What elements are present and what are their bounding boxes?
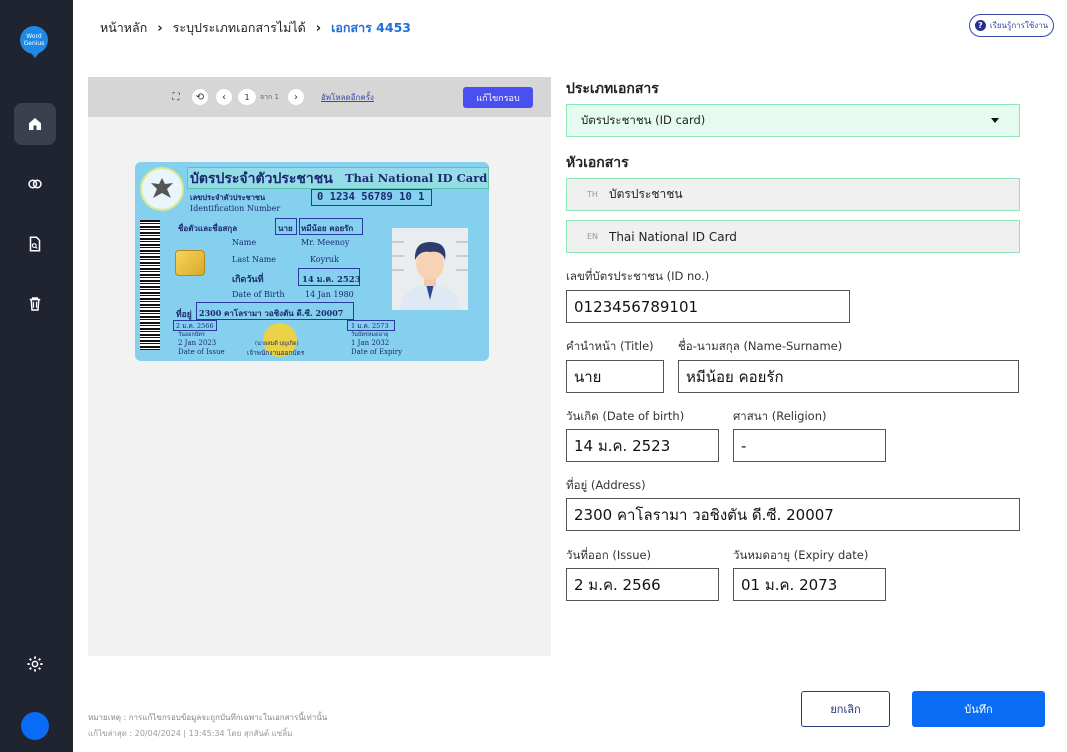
logo-text: Word Genius: [23, 33, 45, 47]
next-page-icon[interactable]: ›: [288, 89, 304, 105]
doc-type-title: ประเภทเอกสาร: [566, 81, 659, 97]
title-label: คำนำหน้า (Title): [566, 339, 654, 353]
card-dob-th-value: 14 ม.ค. 2523: [302, 275, 361, 285]
card-title-th-value: นาย: [278, 223, 293, 233]
id-no-field[interactable]: 0123456789101: [566, 290, 850, 323]
lang-th-tag: TH: [587, 190, 598, 199]
caret-down-icon: [991, 118, 999, 123]
religion-field[interactable]: -: [733, 429, 886, 462]
card-issue-label-th: วันออกบัตร: [178, 332, 205, 338]
name-label: ชื่อ-นามสกุล (Name-Surname): [678, 339, 843, 353]
dob-label: วันเกิด (Date of birth): [566, 409, 685, 423]
card-dob-en-value: 14 Jan 1980: [305, 290, 354, 299]
fullscreen-icon[interactable]: ⛶: [168, 89, 184, 105]
rotate-icon[interactable]: ⟲: [192, 89, 208, 105]
help-button-label: เรียนรู้การใช้งาน: [989, 21, 1049, 30]
card-dob-label-en: Date of Birth: [232, 290, 285, 299]
gear-icon: [27, 656, 43, 672]
religion-label: ศาสนา (Religion): [733, 409, 827, 423]
card-lastname-en-value: Koyruk: [310, 255, 339, 264]
id-no-label: เลขที่บัตรประชาชน (ID no.): [566, 269, 710, 283]
header-th-value: บัตรประชาชน: [609, 187, 683, 201]
question-icon: ?: [974, 20, 986, 31]
card-title-th: บัตรประจำตัวประชาชน: [190, 171, 333, 187]
sidebar-item-trash[interactable]: [14, 283, 56, 325]
barcode: [140, 220, 160, 350]
expiry-field[interactable]: 01 ม.ค. 2073: [733, 568, 886, 601]
id-card-image: บัตรประจำตัวประชาชน Thai National ID Car…: [135, 162, 489, 361]
card-name-en-value: Mr. Meenoy: [301, 238, 350, 247]
breadcrumb: หน้าหลัก › ระบุประเภทเอกสารไม่ได้ › เอกส…: [100, 18, 411, 38]
app-logo[interactable]: Word Genius: [20, 26, 48, 58]
card-name-label-th: ชื่อตัวและชื่อสกุล: [178, 223, 238, 233]
page-number-input[interactable]: 1: [238, 89, 256, 105]
issue-label: วันที่ออก (Issue): [566, 548, 652, 562]
card-officer-name: (นายสมดี บุญเกิด): [255, 341, 299, 347]
card-address-value: 2300 คาโลรามา วอชิงตัน ดี.ซี. 20007: [199, 308, 344, 318]
trash-icon: [29, 297, 41, 311]
title-field[interactable]: นาย: [566, 360, 664, 393]
card-name-label-en: Name: [232, 238, 257, 247]
dob-field[interactable]: 14 ม.ค. 2523: [566, 429, 719, 462]
header-title: หัวเอกสาร: [566, 155, 629, 171]
card-officer-title: เจ้าพนักงานออกบัตร: [247, 349, 305, 357]
document-viewer: ⛶ ⟲ ‹ 1 จาก 1 › อัพโหลดอีกครั้ง แก้ไขกรอ…: [88, 77, 551, 656]
breadcrumb-middle[interactable]: ระบุประเภทเอกสารไม่ได้: [173, 18, 306, 38]
card-expiry-th: 1 ม.ค. 2573: [351, 322, 389, 330]
prev-page-icon[interactable]: ‹: [216, 89, 232, 105]
card-issue-label-en: Date of Issue: [178, 348, 225, 356]
viewer-toolbar: ⛶ ⟲ ‹ 1 จาก 1 › อัพโหลดอีกครั้ง แก้ไขกรอ…: [88, 77, 551, 117]
card-expiry-en: 1 Jan 2032: [351, 339, 390, 347]
address-label: ที่อยู่ (Address): [566, 478, 646, 492]
card-issue-th: 2 ม.ค. 2566: [176, 322, 214, 330]
breadcrumb-current: เอกสาร 4453: [331, 20, 411, 35]
sidebar: Word Genius: [0, 0, 73, 752]
chevron-right-icon: ›: [315, 20, 322, 36]
card-title-en: Thai National ID Card: [345, 171, 488, 185]
card-dob-label-th: เกิดวันที่: [232, 275, 264, 285]
card-id-number: 0 1234 56789 10 1: [317, 191, 425, 203]
expiry-label: วันหมดอายุ (Expiry date): [733, 548, 869, 562]
card-lastname-label-en: Last Name: [232, 255, 277, 264]
link-icon: [28, 179, 42, 189]
cancel-button[interactable]: ยกเลิก: [801, 691, 890, 727]
sidebar-item-home[interactable]: [14, 103, 56, 145]
document-icon: [29, 236, 41, 252]
lang-en-tag: EN: [587, 232, 599, 241]
reupload-link[interactable]: อัพโหลดอีกครั้ง: [321, 91, 374, 104]
address-field[interactable]: 2300 คาโลรามา วอชิงตัน ดี.ซี. 20007: [566, 498, 1020, 531]
card-expiry-label-th: วันบัตรหมดอายุ: [351, 332, 389, 338]
breadcrumb-home[interactable]: หน้าหลัก: [100, 18, 147, 38]
card-name-th-value: หมีน้อย คอยรัก: [301, 223, 354, 233]
card-id-label-th: เลขประจำตัวประชาชน: [190, 193, 266, 202]
card-id-label-en: Identification Number: [190, 204, 281, 213]
sidebar-item-link[interactable]: [14, 163, 56, 205]
chevron-right-icon: ›: [157, 20, 163, 36]
home-icon: [29, 118, 41, 130]
footer-note: หมายเหตุ : การแก้ไขกรอบข้อมูลจะถูกบันทึก…: [88, 713, 328, 722]
last-edit-info: แก้ไขล่าสุด : 20/04/2024 | 13:45:34 โดย …: [88, 729, 293, 738]
help-button[interactable]: ? เรียนรู้การใช้งาน: [969, 14, 1054, 37]
name-field[interactable]: หมีน้อย คอยรัก: [678, 360, 1019, 393]
header-en-value: Thai National ID Card: [609, 229, 737, 244]
card-address-label: ที่อยู่: [176, 310, 192, 320]
page-of-label: จาก 1: [260, 93, 279, 101]
edit-frame-button[interactable]: แก้ไขกรอบ: [463, 87, 533, 108]
garuda-emblem-icon: [140, 167, 184, 211]
card-photo: [392, 228, 468, 310]
header-en-field[interactable]: EN Thai National ID Card: [566, 220, 1020, 253]
card-issue-en: 2 Jan 2023: [178, 339, 217, 347]
chip-icon: [175, 250, 205, 276]
sidebar-item-document[interactable]: [14, 223, 56, 265]
save-button[interactable]: บันทึก: [912, 691, 1045, 727]
doc-type-select[interactable]: บัตรประชาชน (ID card): [566, 104, 1020, 137]
card-expiry-label-en: Date of Expiry: [351, 348, 403, 356]
user-avatar[interactable]: [21, 712, 49, 740]
doc-type-value: บัตรประชาชน (ID card): [581, 112, 706, 127]
sidebar-item-settings[interactable]: [14, 643, 56, 685]
issue-field[interactable]: 2 ม.ค. 2566: [566, 568, 719, 601]
header-th-field[interactable]: TH บัตรประชาชน: [566, 178, 1020, 211]
